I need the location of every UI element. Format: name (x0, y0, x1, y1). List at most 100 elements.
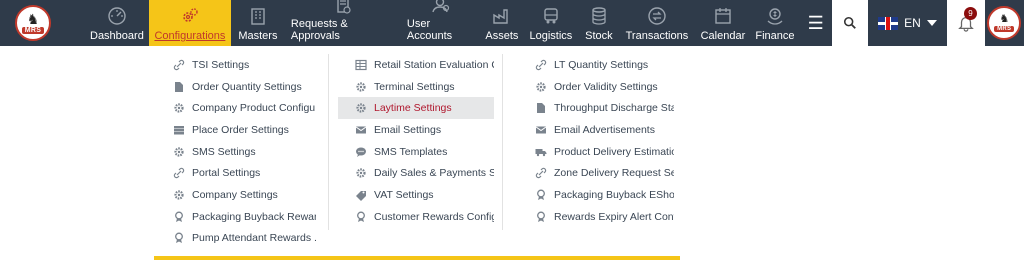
exchange-icon (647, 5, 667, 27)
search-icon (844, 16, 857, 29)
menu-item-label: Email Advertisements (554, 123, 655, 136)
server-icon (172, 123, 186, 137)
brand-logo[interactable]: ♞ MRS (0, 0, 85, 46)
search-button[interactable] (832, 0, 869, 46)
chat-icon (354, 145, 368, 159)
link-icon (534, 58, 548, 72)
horse-icon: ♞ (26, 11, 40, 27)
gear-icon (172, 101, 186, 115)
award-icon (534, 188, 548, 202)
menu-item-rewards-expiry-alert-configuration[interactable]: Rewards Expiry Alert Confi... (518, 206, 674, 228)
column-divider (502, 54, 503, 230)
language-selector[interactable]: EN (868, 0, 947, 46)
menu-item-label: Zone Delivery Request Set... (554, 167, 674, 180)
menu-item-sms-templates[interactable]: SMS Templates (338, 141, 494, 163)
link-icon (172, 58, 186, 72)
nav-masters[interactable]: Masters (231, 0, 285, 46)
nav-requests-approvals[interactable]: Requests & Approvals (285, 0, 401, 46)
nav-calendar[interactable]: Calendar (695, 0, 751, 46)
avatar-logo-text: MRS (994, 26, 1015, 32)
nav-label: User Accounts (406, 18, 453, 42)
nav-finance[interactable]: Finance (751, 0, 799, 46)
nav-configurations[interactable]: Configurations (148, 0, 231, 46)
users-icon (431, 0, 451, 15)
menu-item-vat-settings[interactable]: VAT Settings (338, 184, 494, 206)
nav-dashboard[interactable]: Dashboard (85, 0, 149, 46)
nav-user-accounts[interactable]: User Accounts (401, 0, 481, 46)
nav-label: Calendar (700, 30, 746, 42)
menu-item-laytime-settings[interactable]: Laytime Settings (338, 97, 494, 120)
menu-item-tsi-settings[interactable]: TSI Settings (156, 54, 316, 76)
award-icon (534, 210, 548, 224)
menu-item-label: Pump Attendant Rewards ... (192, 232, 316, 245)
menu-item-company-product-configuration[interactable]: Company Product Configu... (156, 97, 316, 119)
gear-icon (534, 80, 548, 94)
nav-label: Transactions (625, 30, 689, 42)
menu-item-label: Laytime Settings (374, 102, 452, 115)
hamburger-menu-icon[interactable]: ☰ (799, 0, 833, 46)
menu-column-2: Retail Station Evaluation Q... Terminal … (338, 54, 494, 228)
envelope-icon (354, 123, 368, 137)
truck-icon (541, 5, 561, 27)
gear-icon (172, 188, 186, 202)
nav-transactions[interactable]: Transactions (619, 0, 695, 46)
menu-item-terminal-settings[interactable]: Terminal Settings (338, 76, 494, 98)
nav-label: Stock (585, 30, 613, 42)
menu-item-place-order-settings[interactable]: Place Order Settings (156, 119, 316, 141)
top-navigation-bar: ♞ MRS Dashboard Configurations Masters R… (0, 0, 1024, 46)
nav-label: Dashboard (90, 30, 144, 42)
menu-item-portal-settings[interactable]: Portal Settings (156, 162, 316, 184)
gear-icon (354, 80, 368, 94)
menu-item-label: Company Product Configu... (192, 102, 316, 115)
menu-item-retail-station-evaluation[interactable]: Retail Station Evaluation Q... (338, 54, 494, 76)
tag-icon (354, 188, 368, 202)
language-code: EN (904, 16, 921, 30)
menu-item-label: Place Order Settings (192, 123, 289, 136)
menu-item-order-validity-settings[interactable]: Order Validity Settings (518, 76, 674, 98)
dashboard-icon (107, 5, 127, 27)
menu-item-packaging-buyback-reward[interactable]: Packaging Buyback Reward (156, 206, 316, 228)
menu-item-packaging-buyback-eshop[interactable]: Packaging Buyback EShop ... (518, 184, 674, 206)
menu-item-product-delivery-estimation[interactable]: Product Delivery Estimatio... (518, 141, 674, 163)
money-icon (765, 5, 785, 27)
menu-item-label: Order Validity Settings (554, 80, 658, 93)
menu-item-label: LT Quantity Settings (554, 58, 649, 71)
link-icon (172, 166, 186, 180)
factory-icon (492, 5, 512, 27)
menu-item-pump-attendant-rewards[interactable]: Pump Attendant Rewards ... (156, 228, 316, 250)
menu-item-lt-quantity-settings[interactable]: LT Quantity Settings (518, 54, 674, 76)
gears-icon (180, 5, 200, 27)
database-icon (589, 5, 609, 27)
menu-item-customer-rewards-configuration[interactable]: Customer Rewards Config... (338, 206, 494, 228)
user-profile-button[interactable]: ♞ MRS (985, 0, 1024, 46)
gear-icon (354, 166, 368, 180)
file-icon (534, 101, 548, 115)
menu-item-daily-sales-payments-settings[interactable]: Daily Sales & Payments Set... (338, 162, 494, 184)
menu-item-label: Throughput Discharge Stat... (554, 102, 674, 115)
menu-item-label: Portal Settings (192, 167, 261, 180)
menu-item-label: VAT Settings (374, 188, 434, 201)
menu-item-label: Order Quantity Settings (192, 80, 302, 93)
menu-item-email-settings[interactable]: Email Settings (338, 119, 494, 141)
menu-item-label: Product Delivery Estimatio... (554, 145, 674, 158)
award-icon (172, 210, 186, 224)
envelope-icon (534, 123, 548, 137)
nav-logistics[interactable]: Logistics (523, 0, 579, 46)
menu-item-throughput-discharge-status[interactable]: Throughput Discharge Stat... (518, 97, 674, 119)
nav-label: Assets (485, 30, 519, 42)
calendar-icon (713, 5, 733, 27)
nav-stock[interactable]: Stock (579, 0, 619, 46)
nav-assets[interactable]: Assets (481, 0, 523, 46)
menu-item-zone-delivery-request-settings[interactable]: Zone Delivery Request Set... (518, 162, 674, 184)
menu-item-order-quantity-settings[interactable]: Order Quantity Settings (156, 76, 316, 98)
menu-item-company-settings[interactable]: Company Settings (156, 184, 316, 206)
uk-flag-icon (878, 16, 899, 30)
horse-icon: ♞ (999, 13, 1010, 25)
nav-label: Logistics (529, 30, 573, 42)
menu-item-sms-settings[interactable]: SMS Settings (156, 141, 316, 163)
notifications-button[interactable]: 9 (947, 0, 985, 46)
logo-badge: ♞ MRS (15, 5, 51, 41)
nav-label: Requests & Approvals (290, 18, 348, 42)
menu-item-email-advertisements[interactable]: Email Advertisements (518, 119, 674, 141)
menu-column-3: LT Quantity Settings Order Validity Sett… (518, 54, 674, 228)
